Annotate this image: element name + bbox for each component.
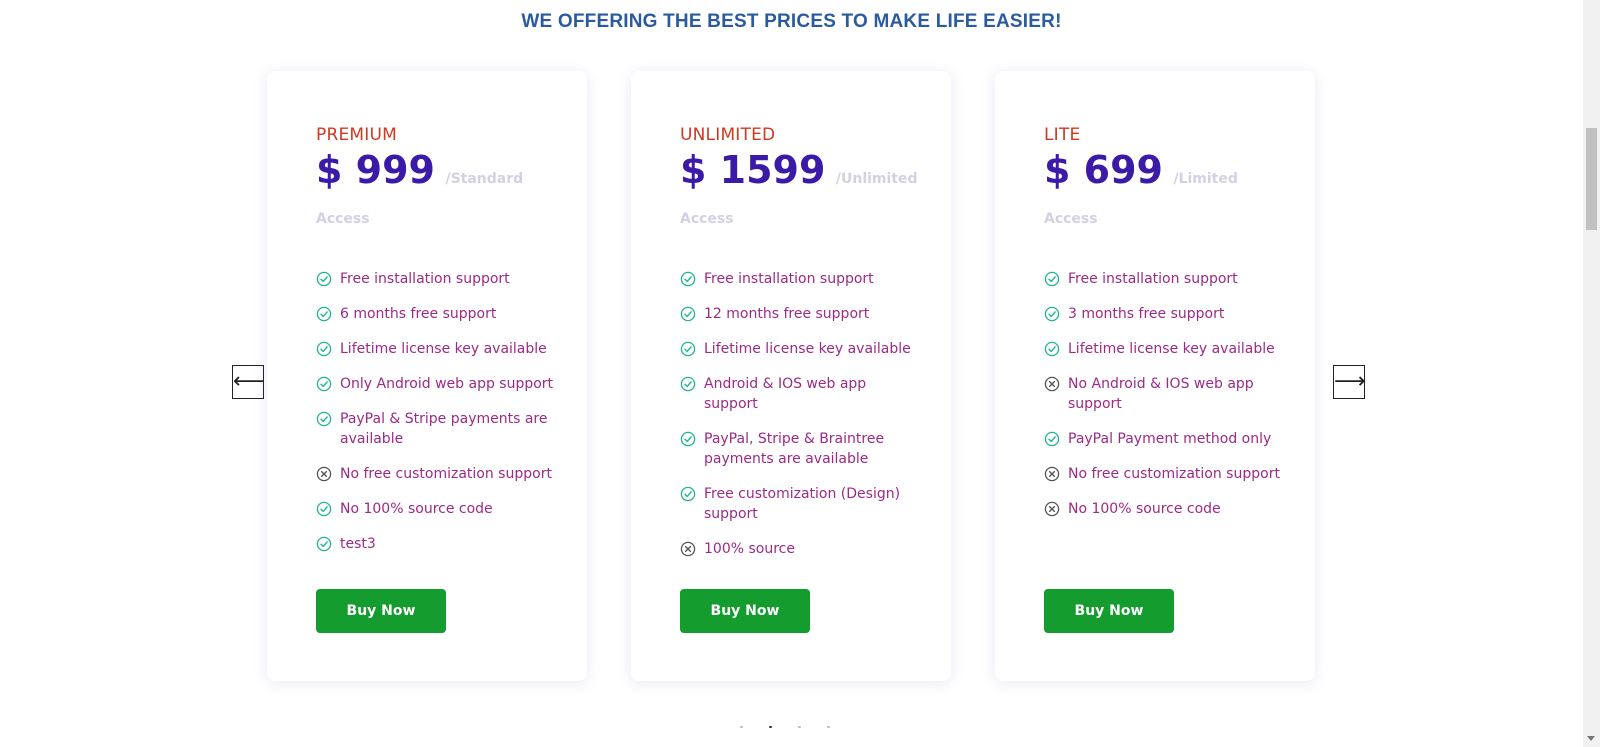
scroll-down-arrow-icon[interactable] (1587, 736, 1595, 741)
plan-price: $ 699 (1044, 148, 1163, 192)
scrollbar-thumb[interactable] (1586, 128, 1597, 230)
feature-text: Lifetime license key available (340, 341, 547, 357)
feature-item: No 100% source code (1044, 499, 1284, 519)
feature-item: test3 (316, 534, 556, 554)
feature-text: Free installation support (1068, 271, 1238, 287)
plan-card-lite: LITE $ 699 /Limited Access Free installa… (995, 71, 1315, 681)
feature-item: No 100% source code (316, 499, 556, 519)
feature-item: Free installation support (680, 269, 920, 289)
check-circle-icon (316, 376, 332, 392)
feature-text: Free installation support (340, 271, 510, 287)
feature-item: 12 months free support (680, 304, 920, 324)
feature-list: Free installation support 12 months free … (680, 269, 920, 574)
check-circle-icon (680, 271, 696, 287)
carousel-dots (740, 726, 830, 728)
feature-list: Free installation support 3 months free s… (1044, 269, 1284, 534)
check-circle-icon (316, 536, 332, 552)
plan-card-unlimited: UNLIMITED $ 1599 /Unlimited Access Free … (631, 71, 951, 681)
check-circle-icon (1044, 306, 1060, 322)
carousel-dot[interactable] (827, 726, 830, 728)
pricing-section: WE OFFERING THE BEST PRICES TO MAKE LIFE… (0, 0, 1583, 747)
plan-name: UNLIMITED (680, 125, 776, 145)
feature-text: No 100% source code (340, 501, 493, 517)
x-circle-icon (1044, 501, 1060, 517)
buy-now-button[interactable]: Buy Now (1044, 589, 1174, 633)
feature-text: No free customization support (1068, 466, 1280, 482)
feature-text: Lifetime license key available (704, 341, 911, 357)
feature-item: No Android & IOS web app support (1044, 374, 1284, 414)
feature-item: Free customization (Design) support (680, 484, 920, 524)
feature-item: PayPal Payment method only (1044, 429, 1284, 449)
feature-text: Free installation support (704, 271, 874, 287)
plan-name: PREMIUM (316, 125, 397, 145)
carousel-dot[interactable] (740, 726, 743, 728)
feature-text: Free customization (Design) support (704, 486, 901, 522)
feature-item: Free installation support (316, 269, 556, 289)
feature-item: PayPal, Stripe & Braintree payments are … (680, 429, 920, 469)
check-circle-icon (680, 486, 696, 502)
feature-text: PayPal Payment method only (1068, 431, 1272, 447)
feature-text: No Android & IOS web app support (1068, 376, 1254, 412)
feature-text: 3 months free support (1068, 306, 1225, 322)
plan-card-premium: PREMIUM $ 999 /Standard Access Free inst… (267, 71, 587, 681)
check-circle-icon (680, 306, 696, 322)
check-circle-icon (316, 271, 332, 287)
feature-item: Lifetime license key available (1044, 339, 1284, 359)
check-circle-icon (316, 501, 332, 517)
feature-text: 100% source (704, 541, 795, 557)
check-circle-icon (680, 341, 696, 357)
carousel-next-button[interactable]: ⟶ (1333, 365, 1366, 399)
feature-text: PayPal & Stripe payments are available (340, 411, 548, 447)
feature-text: test3 (340, 536, 376, 552)
plan-name: LITE (1044, 125, 1081, 145)
check-circle-icon (316, 341, 332, 357)
check-circle-icon (680, 376, 696, 392)
buy-now-button[interactable]: Buy Now (316, 589, 446, 633)
feature-text: 12 months free support (704, 306, 870, 322)
check-circle-icon (1044, 431, 1060, 447)
check-circle-icon (316, 306, 332, 322)
section-headline: WE OFFERING THE BEST PRICES TO MAKE LIFE… (521, 11, 1062, 32)
feature-item: Android & IOS web app support (680, 374, 920, 414)
price-block: $ 1599 /Unlimited Access (680, 151, 930, 239)
feature-item: 3 months free support (1044, 304, 1284, 324)
buy-now-button[interactable]: Buy Now (680, 589, 810, 633)
price-block: $ 699 /Limited Access (1044, 151, 1294, 239)
feature-item: No free customization support (1044, 464, 1284, 484)
check-circle-icon (1044, 341, 1060, 357)
x-circle-icon (1044, 466, 1060, 482)
check-circle-icon (1044, 271, 1060, 287)
feature-item: Free installation support (1044, 269, 1284, 289)
page-scrollbar[interactable] (1583, 0, 1600, 747)
carousel-dot[interactable] (769, 726, 772, 728)
price-block: $ 999 /Standard Access (316, 151, 566, 239)
check-circle-icon (680, 431, 696, 447)
feature-item: Lifetime license key available (680, 339, 920, 359)
feature-item: 100% source (680, 539, 920, 559)
feature-text: No free customization support (340, 466, 552, 482)
feature-text: Lifetime license key available (1068, 341, 1275, 357)
feature-item: 6 months free support (316, 304, 556, 324)
feature-text: PayPal, Stripe & Braintree payments are … (704, 431, 885, 467)
carousel-dot[interactable] (798, 726, 801, 728)
feature-text: Android & IOS web app support (704, 376, 867, 412)
plan-price: $ 999 (316, 148, 435, 192)
feature-item: No free customization support (316, 464, 556, 484)
feature-item: PayPal & Stripe payments are available (316, 409, 556, 449)
plan-price: $ 1599 (680, 148, 826, 192)
feature-text: 6 months free support (340, 306, 497, 322)
feature-item: Lifetime license key available (316, 339, 556, 359)
carousel-prev-button[interactable]: ⟵ (232, 365, 265, 399)
feature-text: Only Android web app support (340, 376, 554, 392)
x-circle-icon (1044, 376, 1060, 392)
feature-list: Free installation support 6 months free s… (316, 269, 556, 569)
feature-text: No 100% source code (1068, 501, 1221, 517)
x-circle-icon (680, 541, 696, 557)
feature-item: Only Android web app support (316, 374, 556, 394)
x-circle-icon (316, 466, 332, 482)
check-circle-icon (316, 411, 332, 427)
